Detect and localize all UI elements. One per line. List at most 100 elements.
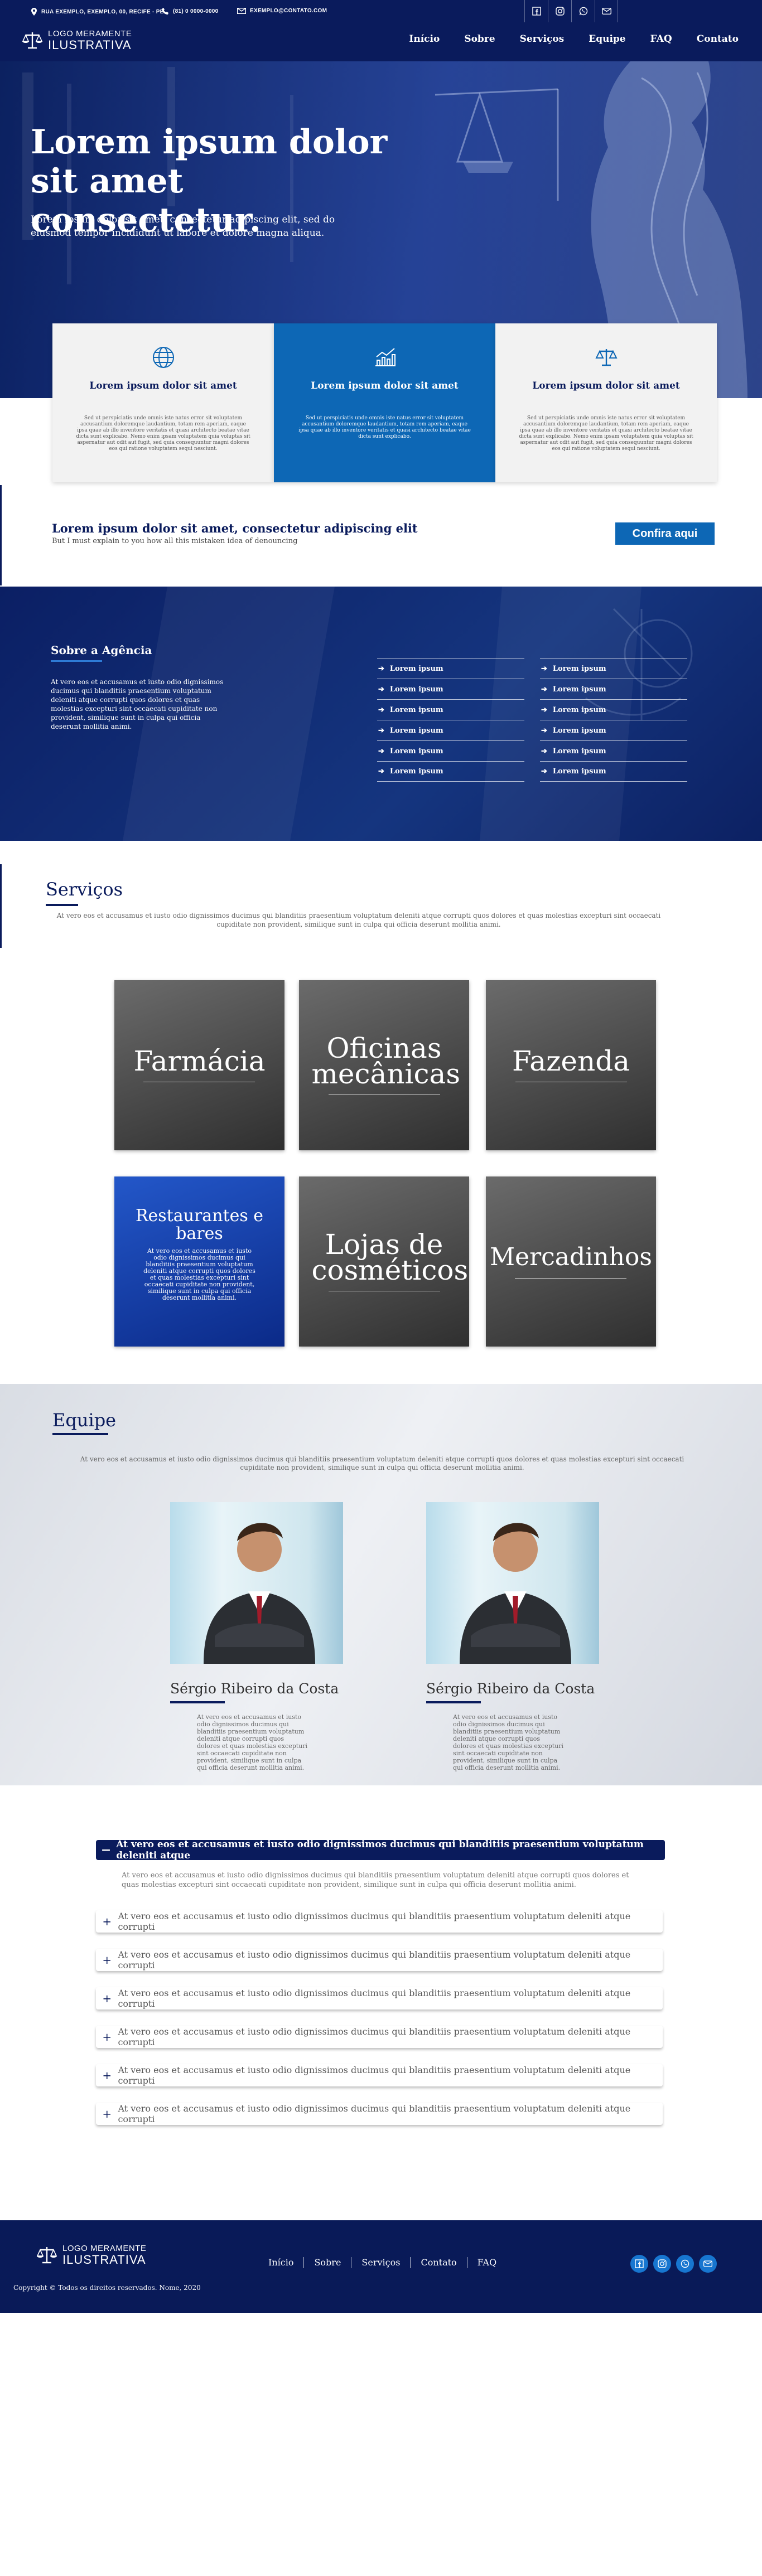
faq-item-active[interactable]: − At vero eos et accusamus et iusto odio…	[96, 1839, 665, 1861]
list-item: ➔ Lorem ipsum	[540, 679, 687, 699]
footer-nav: Início Sobre Serviços Contato FAQ	[258, 2257, 507, 2268]
nav-inicio[interactable]: Início	[409, 33, 440, 45]
mail-icon[interactable]	[595, 0, 618, 22]
address-info: RUA EXEMPLO, EXEMPLO, 00, RECIFE - PE	[31, 8, 164, 16]
service-card-mercadinhos[interactable]: Mercadinhos	[486, 1176, 656, 1347]
plus-icon: +	[102, 1992, 112, 2005]
whatsapp-icon[interactable]	[676, 2255, 694, 2273]
top-social-links	[524, 0, 618, 22]
member-photo	[426, 1502, 599, 1664]
service-label: Mercadinhos	[490, 1245, 652, 1279]
faq-item[interactable]: + At vero eos et accusamus et iusto odio …	[96, 1987, 663, 2010]
about-underline	[51, 660, 102, 662]
plus-icon: +	[102, 1915, 112, 1928]
feature-card-2[interactable]: Lorem ipsum dolor sit amet Sed ut perspi…	[274, 323, 495, 482]
service-label: Farmácia	[133, 1047, 265, 1082]
faq-item[interactable]: + At vero eos et accusamus et iusto odio …	[96, 2026, 663, 2048]
logo-line1: LOGO MERAMENTE	[62, 2244, 147, 2253]
services-title: Serviços	[46, 879, 123, 900]
mail-icon	[237, 8, 246, 14]
footer-nav-servicos[interactable]: Serviços	[351, 2257, 411, 2268]
logo-line2: ILUSTRATIVA	[62, 2253, 146, 2267]
list-item: ➔ Lorem ipsum	[540, 740, 687, 761]
cta-title: Lorem ipsum dolor sit amet, consectetur …	[52, 521, 418, 535]
about-list-right: ➔ Lorem ipsum ➔ Lorem ipsum ➔ Lorem ipsum ➔…	[540, 658, 687, 782]
plus-icon: +	[102, 1953, 112, 1967]
location-pin-icon	[31, 8, 37, 16]
faq-question: At vero eos et accusamus et iusto odio d…	[118, 2065, 631, 2086]
instagram-icon[interactable]	[653, 2255, 671, 2273]
faq-item[interactable]: + At vero eos et accusamus et iusto odio …	[96, 1949, 663, 1971]
team-title: Equipe	[52, 1410, 117, 1431]
footer-nav-contato[interactable]: Contato	[411, 2257, 467, 2268]
feature-card-1[interactable]: Lorem ipsum dolor sit amet Sed ut perspi…	[52, 323, 274, 482]
nav-sobre[interactable]: Sobre	[464, 33, 495, 45]
team-text: At vero eos et accusamus et iusto odio d…	[80, 1455, 684, 1471]
facebook-icon[interactable]	[630, 2255, 648, 2273]
faq-item[interactable]: + At vero eos et accusamus et iusto odio …	[96, 1910, 663, 1933]
arrow-right-icon: ➔	[378, 767, 384, 776]
arrow-right-icon: ➔	[541, 705, 547, 714]
footer-logo[interactable]: LOGO MERAMENTE ILUSTRATIVA	[36, 2244, 146, 2267]
about-list-left: ➔ Lorem ipsum ➔ Lorem ipsum ➔ Lorem ipsum ➔…	[377, 658, 524, 782]
facebook-icon[interactable]	[524, 0, 548, 22]
arrow-right-icon: ➔	[378, 705, 384, 714]
team-underline	[52, 1433, 108, 1435]
feature-card-3[interactable]: Lorem ipsum dolor sit amet Sed ut perspi…	[495, 323, 717, 482]
cta-accent-line	[0, 485, 2, 585]
footer-nav-sobre[interactable]: Sobre	[304, 2257, 352, 2268]
team-member-1: Sérgio Ribeiro da Costa At vero eos et a…	[170, 1502, 343, 1771]
arrow-right-icon: ➔	[541, 685, 547, 694]
service-label: Restaurantes e bares	[135, 1206, 264, 1243]
service-card-farmacia[interactable]: Farmácia	[114, 980, 284, 1150]
plus-icon: +	[102, 2107, 112, 2120]
list-item: ➔ Lorem ipsum	[540, 658, 687, 679]
list-item: ➔ Lorem ipsum	[540, 720, 687, 740]
member-underline	[170, 1701, 225, 1703]
list-item: ➔ Lorem ipsum	[377, 761, 524, 782]
scale-icon	[595, 349, 618, 366]
arrow-right-icon: ➔	[541, 767, 547, 776]
faq-question: At vero eos et accusamus et iusto odio d…	[118, 1988, 631, 2009]
phone-info[interactable]: (81) 0 0000-0000	[162, 8, 219, 15]
chart-icon	[375, 348, 396, 366]
service-card-oficinas[interactable]: Oficinas mecânicas	[299, 980, 469, 1150]
service-card-cosmeticos[interactable]: Lojas de cosméticos	[299, 1176, 469, 1347]
arrow-right-icon: ➔	[378, 664, 384, 673]
instagram-icon[interactable]	[548, 0, 571, 22]
footer: LOGO MERAMENTE ILUSTRATIVA Início Sobre …	[0, 2220, 762, 2313]
footer-nav-inicio[interactable]: Início	[258, 2257, 305, 2268]
footer-nav-faq[interactable]: FAQ	[467, 2257, 507, 2268]
services-underline	[46, 904, 78, 906]
member-underline	[426, 1701, 481, 1703]
plus-icon: +	[102, 2069, 112, 2082]
service-card-fazenda[interactable]: Fazenda	[486, 980, 656, 1150]
arrow-right-icon: ➔	[378, 747, 384, 756]
about-text: At vero eos et accusamus et iusto odio d…	[51, 678, 224, 730]
plus-icon: +	[102, 2030, 112, 2044]
list-item: ➔ Lorem ipsum	[377, 740, 524, 761]
nav-faq[interactable]: FAQ	[650, 33, 672, 45]
copyright: Copyright © Todos os direitos reservados…	[13, 2284, 201, 2292]
confira-button[interactable]: Confira aqui	[615, 522, 715, 545]
globe-icon	[153, 347, 174, 368]
nav-servicos[interactable]: Serviços	[520, 33, 565, 45]
faq-item[interactable]: + At vero eos et accusamus et iusto odio …	[96, 2064, 663, 2086]
list-item: ➔ Lorem ipsum	[377, 658, 524, 679]
list-item: ➔ Lorem ipsum	[377, 679, 524, 699]
cta-text: But I must explain to you how all this m…	[52, 537, 298, 545]
mail-icon[interactable]	[699, 2255, 717, 2273]
services-accent-line	[0, 864, 2, 948]
faq-question: At vero eos et accusamus et iusto odio d…	[118, 2026, 631, 2047]
nav-contato[interactable]: Contato	[697, 33, 739, 45]
about-title: Sobre a Agência	[51, 643, 152, 657]
email-info[interactable]: EXEMPLO@CONTATO.COM	[237, 8, 327, 14]
member-name: Sérgio Ribeiro da Costa	[426, 1681, 595, 1697]
team-member-2: Sérgio Ribeiro da Costa At vero eos et a…	[426, 1502, 599, 1771]
whatsapp-icon[interactable]	[571, 0, 595, 22]
arrow-right-icon: ➔	[541, 664, 547, 673]
service-card-restaurantes[interactable]: Restaurantes e bares At vero eos et accu…	[114, 1176, 284, 1347]
faq-item[interactable]: + At vero eos et accusamus et iusto odio …	[96, 2103, 663, 2125]
logo[interactable]: LOGO MERAMENTE ILUSTRATIVA	[21, 29, 132, 52]
nav-equipe[interactable]: Equipe	[589, 33, 625, 45]
